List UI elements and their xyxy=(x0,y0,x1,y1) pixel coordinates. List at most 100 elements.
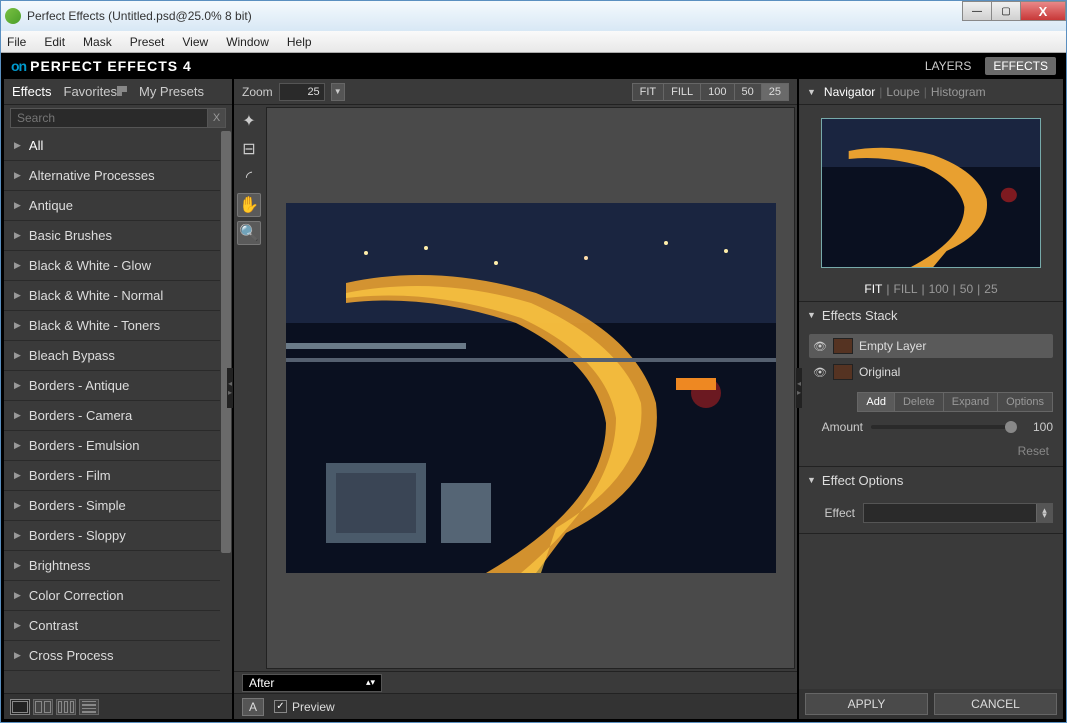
menubar: File Edit Mask Preset View Window Help xyxy=(1,31,1066,53)
category-borders-antique[interactable]: ▶Borders - Antique xyxy=(4,371,220,401)
tab-loupe[interactable]: Loupe xyxy=(886,85,919,99)
category-scrollbar[interactable] xyxy=(220,131,232,693)
tab-effects[interactable]: EFFECTS xyxy=(985,57,1056,75)
category-black-white-glow[interactable]: ▶Black & White - Glow xyxy=(4,251,220,281)
nav-zoom-fill-button[interactable]: FILL xyxy=(893,282,917,296)
cancel-button[interactable]: CANCEL xyxy=(934,693,1057,715)
tab-navigator[interactable]: Navigator xyxy=(824,85,875,99)
category-list: ▶All▶Alternative Processes▶Antique▶Basic… xyxy=(4,131,232,693)
hand-tool-icon[interactable]: ✋ xyxy=(237,193,261,217)
visibility-icon[interactable]: 👁 xyxy=(813,340,827,353)
amount-slider[interactable] xyxy=(871,425,1017,429)
navigator-collapse-icon[interactable]: ▼ xyxy=(807,87,816,97)
effect-dropdown[interactable]: ▴▾ xyxy=(863,503,1053,523)
close-button[interactable]: X xyxy=(1020,1,1066,21)
minimize-button[interactable]: — xyxy=(962,1,992,21)
category-all[interactable]: ▶All xyxy=(4,131,220,161)
stack-delete-button[interactable]: Delete xyxy=(894,392,944,412)
menu-view[interactable]: View xyxy=(182,35,208,49)
clear-search-button[interactable]: X xyxy=(208,108,226,128)
category-borders-camera[interactable]: ▶Borders - Camera xyxy=(4,401,220,431)
stack-add-button[interactable]: Add xyxy=(857,392,895,412)
view-single-button[interactable] xyxy=(10,699,30,715)
right-divider-handle[interactable]: ◂▸ xyxy=(796,368,802,408)
effects-panel: Effects Favorites My Presets X ▶All▶Alte… xyxy=(4,79,234,719)
menu-preset[interactable]: Preset xyxy=(130,35,165,49)
maximize-button[interactable]: ▢ xyxy=(991,1,1021,21)
brand-title: PERFECT EFFECTS 4 xyxy=(30,58,192,74)
compare-a-button[interactable]: A xyxy=(242,698,264,716)
brush-tool-icon[interactable]: ✦ xyxy=(237,109,261,133)
stack-expand-button[interactable]: Expand xyxy=(943,392,998,412)
left-divider-handle[interactable]: ◂▸ xyxy=(227,368,233,408)
category-black-white-normal[interactable]: ▶Black & White - Normal xyxy=(4,281,220,311)
category-borders-sloppy[interactable]: ▶Borders - Sloppy xyxy=(4,521,220,551)
category-alternative-processes[interactable]: ▶Alternative Processes xyxy=(4,161,220,191)
menu-help[interactable]: Help xyxy=(287,35,312,49)
category-color-correction[interactable]: ▶Color Correction xyxy=(4,581,220,611)
zoom-100-button[interactable]: 100 xyxy=(700,83,734,101)
amount-value: 100 xyxy=(1025,420,1053,434)
stack-options-button[interactable]: Options xyxy=(997,392,1053,412)
app-icon xyxy=(5,8,21,24)
preview-checkbox[interactable]: ✓Preview xyxy=(274,700,335,714)
zoom-label: Zoom xyxy=(242,85,273,99)
adjust-tool-icon[interactable]: ⊟ xyxy=(237,137,261,161)
category-borders-simple[interactable]: ▶Borders - Simple xyxy=(4,491,220,521)
category-bleach-bypass[interactable]: ▶Bleach Bypass xyxy=(4,341,220,371)
eyedropper-tool-icon[interactable]: ◜ xyxy=(237,165,261,189)
brand-logo: on xyxy=(11,58,26,74)
zoom-fill-button[interactable]: FILL xyxy=(663,83,701,101)
navigator-thumbnail[interactable] xyxy=(821,118,1041,268)
window-title: Perfect Effects (Untitled.psd@25.0% 8 bi… xyxy=(27,9,252,23)
preview-image xyxy=(286,203,776,573)
nav-zoom-fit-button[interactable]: FIT xyxy=(864,282,882,296)
view-list-button[interactable] xyxy=(79,699,99,715)
titlebar: Perfect Effects (Untitled.psd@25.0% 8 bi… xyxy=(1,1,1066,31)
search-input[interactable] xyxy=(10,108,208,128)
menu-file[interactable]: File xyxy=(7,35,26,49)
zoom-dropdown[interactable]: ▼ xyxy=(331,83,345,101)
view-mode-dropdown[interactable]: After▴▾ xyxy=(242,674,382,692)
menu-window[interactable]: Window xyxy=(226,35,269,49)
flag-icon xyxy=(117,86,127,96)
canvas-panel: Zoom 25 ▼ FITFILL1005025 ◂▸ ✦ ⊟ ◜ ✋ 🔍 xyxy=(234,79,797,719)
zoom-50-button[interactable]: 50 xyxy=(734,83,762,101)
layer-original[interactable]: 👁Original xyxy=(809,360,1053,384)
menu-edit[interactable]: Edit xyxy=(44,35,65,49)
nav-zoom-25-button[interactable]: 25 xyxy=(984,282,997,296)
category-contrast[interactable]: ▶Contrast xyxy=(4,611,220,641)
category-basic-brushes[interactable]: ▶Basic Brushes xyxy=(4,221,220,251)
category-brightness[interactable]: ▶Brightness xyxy=(4,551,220,581)
view-three-button[interactable] xyxy=(56,699,76,715)
subtab-effects[interactable]: Effects xyxy=(12,84,52,99)
reset-button[interactable]: Reset xyxy=(809,442,1053,460)
zoom-25-button[interactable]: 25 xyxy=(761,83,789,101)
zoom-fit-button[interactable]: FIT xyxy=(632,83,665,101)
visibility-icon[interactable]: 👁 xyxy=(813,366,827,379)
apply-button[interactable]: APPLY xyxy=(805,693,928,715)
category-antique[interactable]: ▶Antique xyxy=(4,191,220,221)
category-borders-emulsion[interactable]: ▶Borders - Emulsion xyxy=(4,431,220,461)
amount-label: Amount xyxy=(809,420,863,434)
effect-options-header[interactable]: ▼Effect Options xyxy=(799,467,1063,493)
category-borders-film[interactable]: ▶Borders - Film xyxy=(4,461,220,491)
effects-stack-header[interactable]: ▼Effects Stack xyxy=(799,302,1063,328)
right-panel: ▼ Navigator | Loupe | Histogram FIT | FI… xyxy=(797,79,1063,719)
tab-histogram[interactable]: Histogram xyxy=(931,85,986,99)
toolbar: ✦ ⊟ ◜ ✋ 🔍 xyxy=(234,105,264,671)
canvas[interactable]: ◂▸ xyxy=(266,107,795,669)
zoom-tool-icon[interactable]: 🔍 xyxy=(237,221,261,245)
menu-mask[interactable]: Mask xyxy=(83,35,112,49)
category-cross-process[interactable]: ▶Cross Process xyxy=(4,641,220,671)
subtab-my-presets[interactable]: My Presets xyxy=(139,84,204,99)
tab-layers[interactable]: LAYERS xyxy=(917,57,979,75)
zoom-value[interactable]: 25 xyxy=(279,83,325,101)
layer-empty-layer[interactable]: 👁Empty Layer xyxy=(809,334,1053,358)
nav-zoom-50-button[interactable]: 50 xyxy=(960,282,973,296)
brand-bar: on PERFECT EFFECTS 4 LAYERS EFFECTS xyxy=(1,53,1066,79)
nav-zoom-100-button[interactable]: 100 xyxy=(929,282,949,296)
subtab-favorites[interactable]: Favorites xyxy=(64,84,127,99)
category-black-white-toners[interactable]: ▶Black & White - Toners xyxy=(4,311,220,341)
view-two-button[interactable] xyxy=(33,699,53,715)
